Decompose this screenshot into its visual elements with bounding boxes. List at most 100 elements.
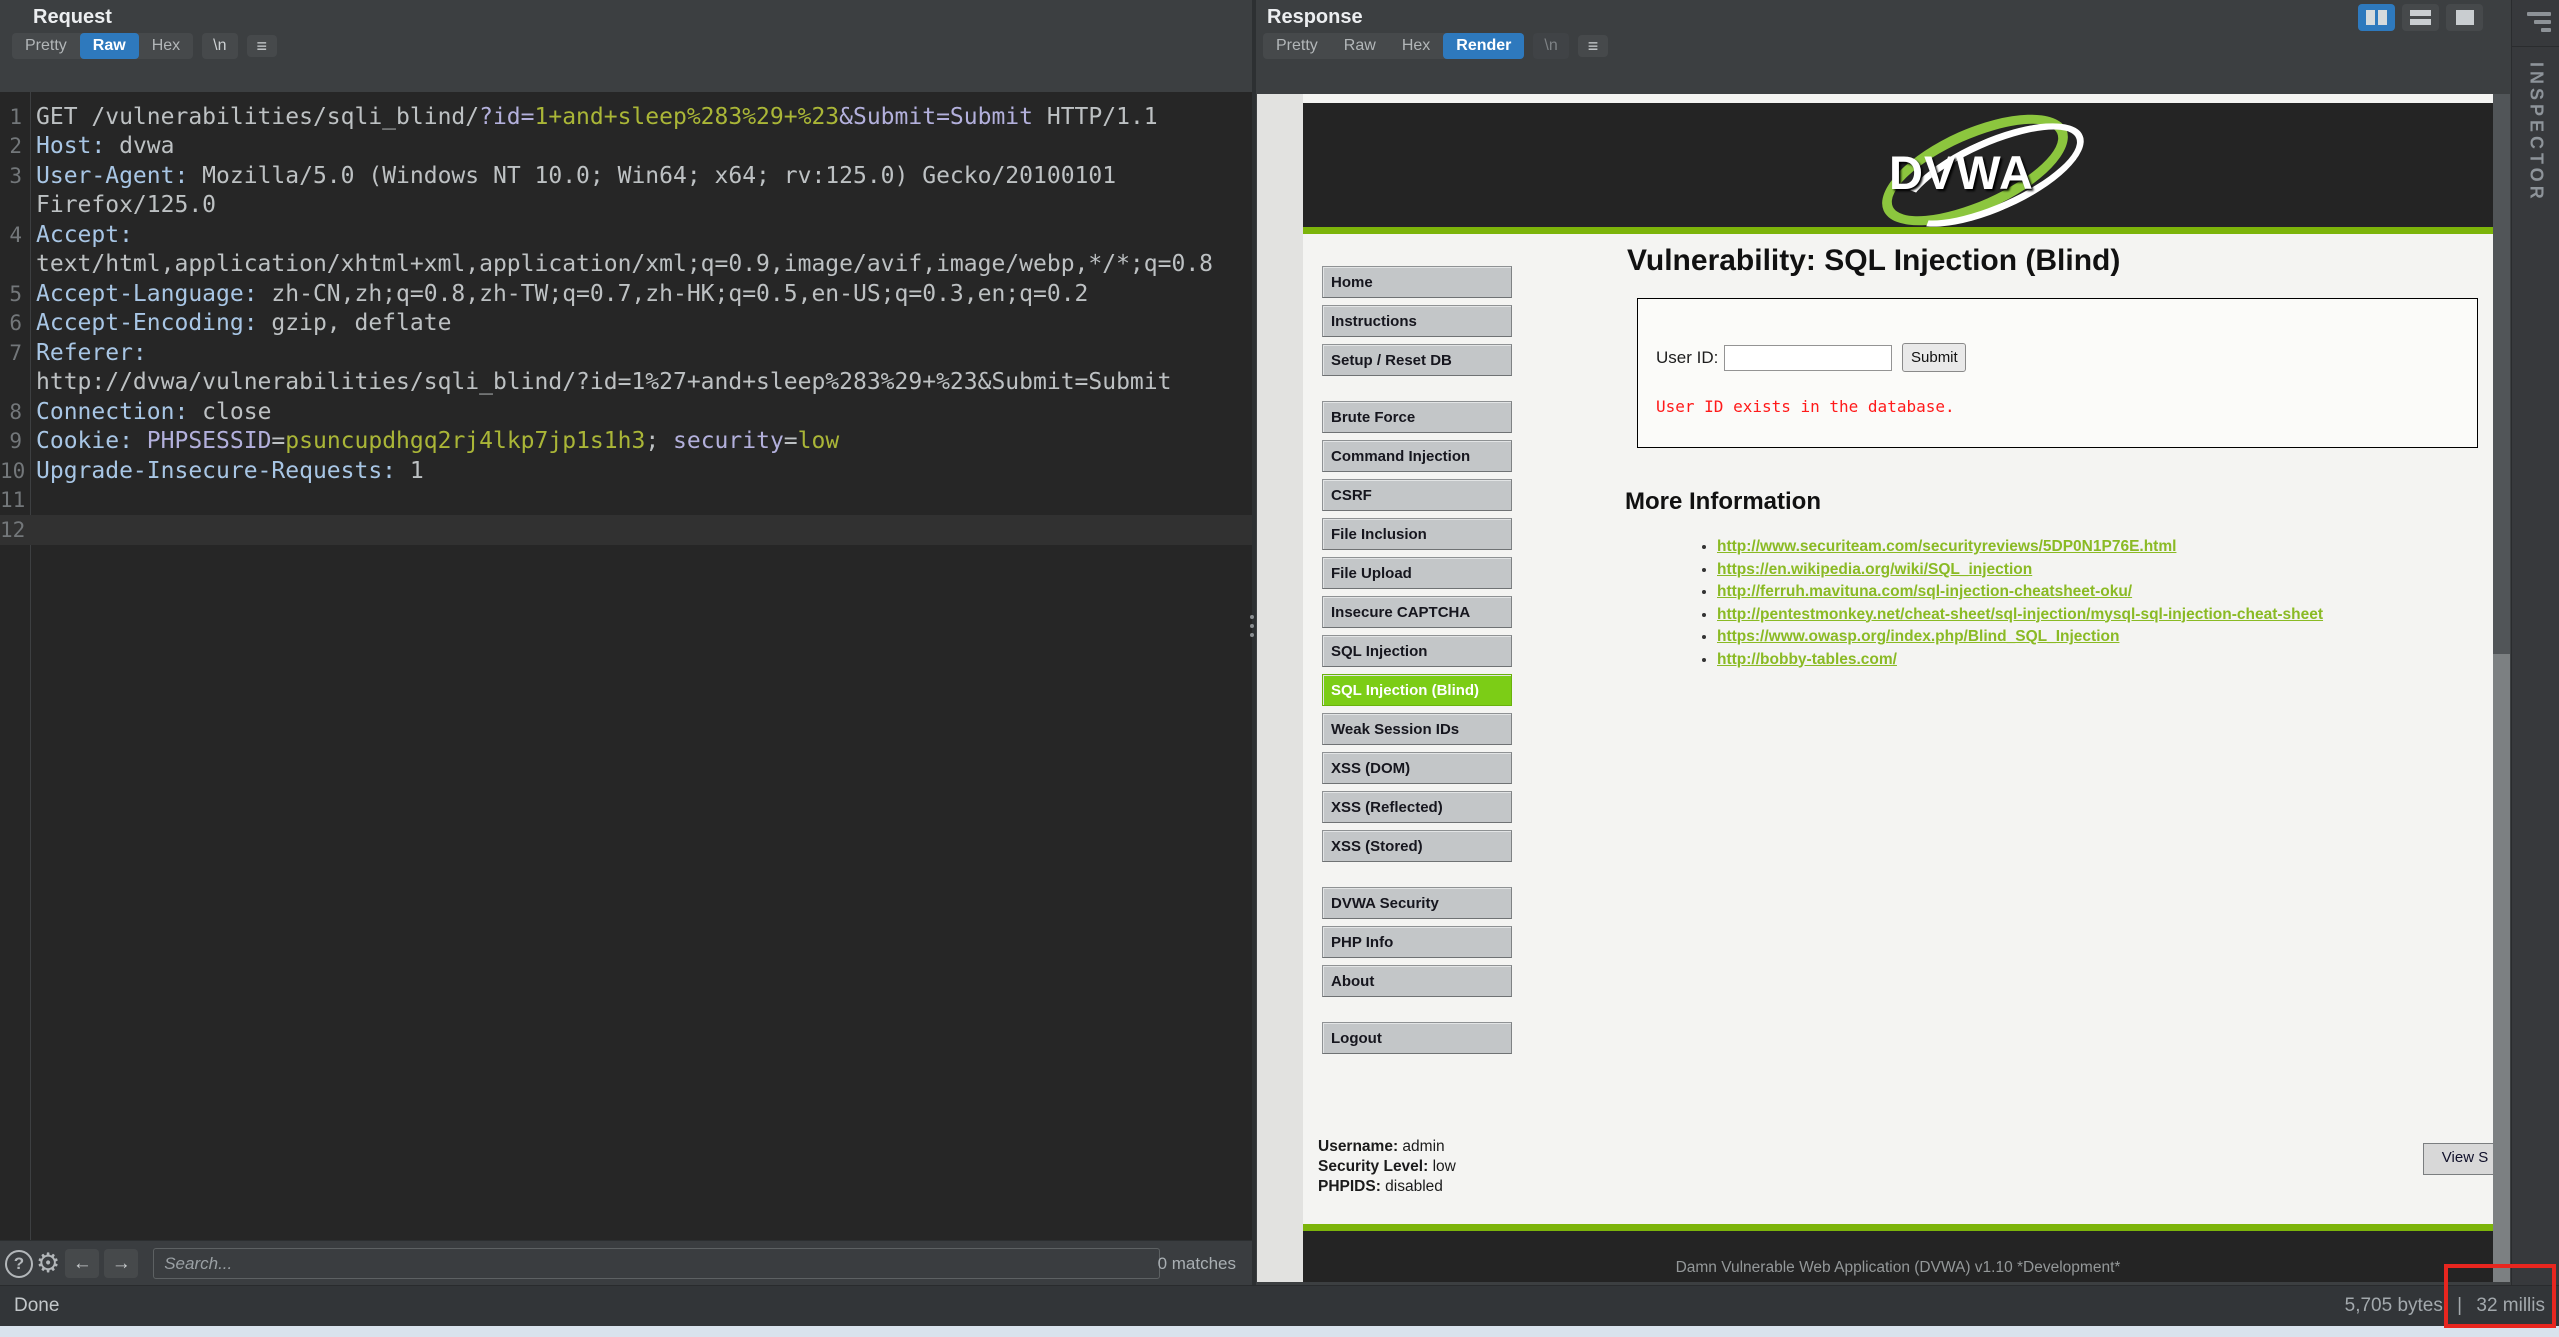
code-row: 3User-Agent: Mozilla/5.0 (Windows NT 10.… <box>0 161 1252 191</box>
inspector-separator <box>2512 46 2559 47</box>
menu-item-xss-stored-[interactable]: XSS (Stored) <box>1322 830 1512 862</box>
request-search-bar: ? ⚙ ← → 0 matches <box>0 1240 1252 1286</box>
submit-button[interactable]: Submit <box>1902 343 1966 372</box>
tab-render[interactable]: Render <box>1443 33 1524 59</box>
dvwa-header-band: DVWA <box>1303 103 2493 227</box>
tab-raw[interactable]: Raw <box>80 33 139 59</box>
menu-item-insecure-captcha[interactable]: Insecure CAPTCHA <box>1322 596 1512 628</box>
request-editor-rows: 1GET /vulnerabilities/sqli_blind/?id=1+a… <box>0 102 1252 545</box>
menu-item-home[interactable]: Home <box>1322 266 1512 298</box>
taskbar-sliver <box>0 1326 2559 1337</box>
tab-hex[interactable]: Hex <box>139 33 193 59</box>
dvwa-footer-text: Damn Vulnerable Web Application (DVWA) v… <box>1303 1231 2493 1277</box>
menu-item-command-injection[interactable]: Command Injection <box>1322 440 1512 472</box>
request-tabs: PrettyRawHex <box>12 33 193 59</box>
search-input[interactable] <box>153 1248 1160 1279</box>
response-newline-toggle[interactable]: \n <box>1533 33 1568 59</box>
single-pane-icon <box>2456 10 2474 25</box>
more-information-links: http://www.securiteam.com/securityreview… <box>1625 536 2487 671</box>
tab-pretty[interactable]: Pretty <box>1263 33 1331 59</box>
page-title: Vulnerability: SQL Injection (Blind) <box>1627 244 2487 278</box>
tab-hex[interactable]: Hex <box>1389 33 1443 59</box>
response-tabs: PrettyRawHexRender <box>1263 33 1524 59</box>
tab-pretty[interactable]: Pretty <box>12 33 80 59</box>
menu-item-instructions[interactable]: Instructions <box>1322 305 1512 337</box>
list-item: http://ferruh.mavituna.com/sql-injection… <box>1717 581 2487 604</box>
response-editor-menu-icon[interactable]: ≡ <box>1578 35 1609 57</box>
menu-item-xss-reflected-[interactable]: XSS (Reflected) <box>1322 791 1512 823</box>
view-source-button[interactable]: View S <box>2423 1143 2493 1175</box>
footer-green-rule <box>1303 1224 2493 1231</box>
user-id-form-row: User ID: Submit <box>1656 343 1966 372</box>
menu-item-logout[interactable]: Logout <box>1322 1022 1512 1054</box>
layout-stacked-button[interactable] <box>2402 4 2439 31</box>
gear-icon[interactable]: ⚙ <box>36 1248 60 1279</box>
list-item: http://www.securiteam.com/securityreview… <box>1717 536 2487 559</box>
external-link[interactable]: http://ferruh.mavituna.com/sql-injection… <box>1717 583 2132 600</box>
menu-item-xss-dom-[interactable]: XSS (DOM) <box>1322 752 1512 784</box>
code-row: 7Referer: <box>0 338 1252 368</box>
session-info-row: Username: admin <box>1318 1137 1456 1157</box>
splitter-grip-icon[interactable] <box>1250 615 1254 637</box>
next-match-button[interactable]: → <box>104 1249 138 1278</box>
status-separator: | <box>2457 1295 2462 1316</box>
panel-splitter[interactable] <box>1252 0 1256 1326</box>
render-scrollbar-thumb[interactable] <box>2493 94 2510 654</box>
external-link[interactable]: http://pentestmonkey.net/cheat-sheet/sql… <box>1717 606 2323 623</box>
menu-group: DVWA Security PHP Info About <box>1322 887 1512 997</box>
request-tab-bar: PrettyRawHex \n ≡ <box>12 33 277 59</box>
code-row: 2Host: dvwa <box>0 132 1252 162</box>
menu-item-brute-force[interactable]: Brute Force <box>1322 401 1512 433</box>
session-info-row: PHPIDS: disabled <box>1318 1177 1456 1197</box>
header-green-rule <box>1303 227 2493 234</box>
code-row: 5Accept-Language: zh-CN,zh;q=0.8,zh-TW;q… <box>0 279 1252 309</box>
user-id-form-box: User ID: Submit User ID exists in the da… <box>1637 298 2478 448</box>
menu-item-dvwa-security[interactable]: DVWA Security <box>1322 887 1512 919</box>
menu-item-weak-session-ids[interactable]: Weak Session IDs <box>1322 713 1512 745</box>
status-bytes: 5,705 bytes <box>2345 1295 2443 1316</box>
dvwa-logo: DVWA <box>1861 125 2091 209</box>
code-row: Firefox/125.0 <box>0 191 1252 221</box>
external-link[interactable]: http://bobby-tables.com/ <box>1717 651 1897 668</box>
menu-item-php-info[interactable]: PHP Info <box>1322 926 1512 958</box>
burp-suite-window: Request PrettyRawHex \n ≡ 1GET /vulnerab… <box>0 0 2559 1337</box>
render-scrollbar[interactable] <box>2493 94 2510 1282</box>
external-link[interactable]: http://www.securiteam.com/securityreview… <box>1717 538 2176 555</box>
request-panel-title: Request <box>33 6 112 29</box>
match-count: 0 matches <box>1158 1254 1236 1274</box>
menu-item-file-upload[interactable]: File Upload <box>1322 557 1512 589</box>
view-layout-buttons <box>2358 4 2483 31</box>
code-row: 4Accept: <box>0 220 1252 250</box>
prev-match-button[interactable]: ← <box>65 1249 99 1278</box>
code-row: 10Upgrade-Insecure-Requests: 1 <box>0 456 1252 486</box>
menu-item-about[interactable]: About <box>1322 965 1512 997</box>
tab-raw[interactable]: Raw <box>1331 33 1389 59</box>
layout-columns-button[interactable] <box>2358 4 2395 31</box>
status-millis: 32 millis <box>2476 1295 2545 1316</box>
layout-single-button[interactable] <box>2446 4 2483 31</box>
dvwa-footer-band: Damn Vulnerable Web Application (DVWA) v… <box>1303 1231 2493 1282</box>
code-row: http://dvwa/vulnerabilities/sqli_blind/?… <box>0 368 1252 398</box>
request-newline-toggle[interactable]: \n <box>202 33 237 59</box>
menu-item-sql-injection[interactable]: SQL Injection <box>1322 635 1512 667</box>
external-link[interactable]: https://www.owasp.org/index.php/Blind_SQ… <box>1717 628 2119 645</box>
user-id-label: User ID: <box>1656 348 1718 368</box>
inspector-panel-tab[interactable]: INSPECTOR <box>2511 0 2559 1326</box>
user-id-input[interactable] <box>1724 345 1892 371</box>
code-row: 6Accept-Encoding: gzip, deflate <box>0 309 1252 339</box>
list-item: https://www.owasp.org/index.php/Blind_SQ… <box>1717 626 2487 649</box>
external-link[interactable]: https://en.wikipedia.org/wiki/SQL_inject… <box>1717 561 2032 578</box>
menu-item-setup-reset-db[interactable]: Setup / Reset DB <box>1322 344 1512 376</box>
columns-icon <box>2366 10 2375 25</box>
logo-text: DVWA <box>1889 145 2034 200</box>
menu-item-sql-injection-blind-[interactable]: SQL Injection (Blind) <box>1322 674 1512 706</box>
menu-item-csrf[interactable]: CSRF <box>1322 479 1512 511</box>
inspector-collapse-icon[interactable] <box>2527 12 2551 36</box>
dvwa-rendered-page: DVWA Home Instructions Setup / Reset DB Bru… <box>1303 94 2493 1282</box>
request-editor[interactable]: 1GET /vulnerabilities/sqli_blind/?id=1+a… <box>0 92 1252 1240</box>
menu-group: Home Instructions Setup / Reset DB <box>1322 266 1512 376</box>
help-icon[interactable]: ? <box>5 1250 33 1278</box>
request-editor-menu-icon[interactable]: ≡ <box>247 35 278 57</box>
menu-item-file-inclusion[interactable]: File Inclusion <box>1322 518 1512 550</box>
code-row: 1GET /vulnerabilities/sqli_blind/?id=1+a… <box>0 102 1252 132</box>
